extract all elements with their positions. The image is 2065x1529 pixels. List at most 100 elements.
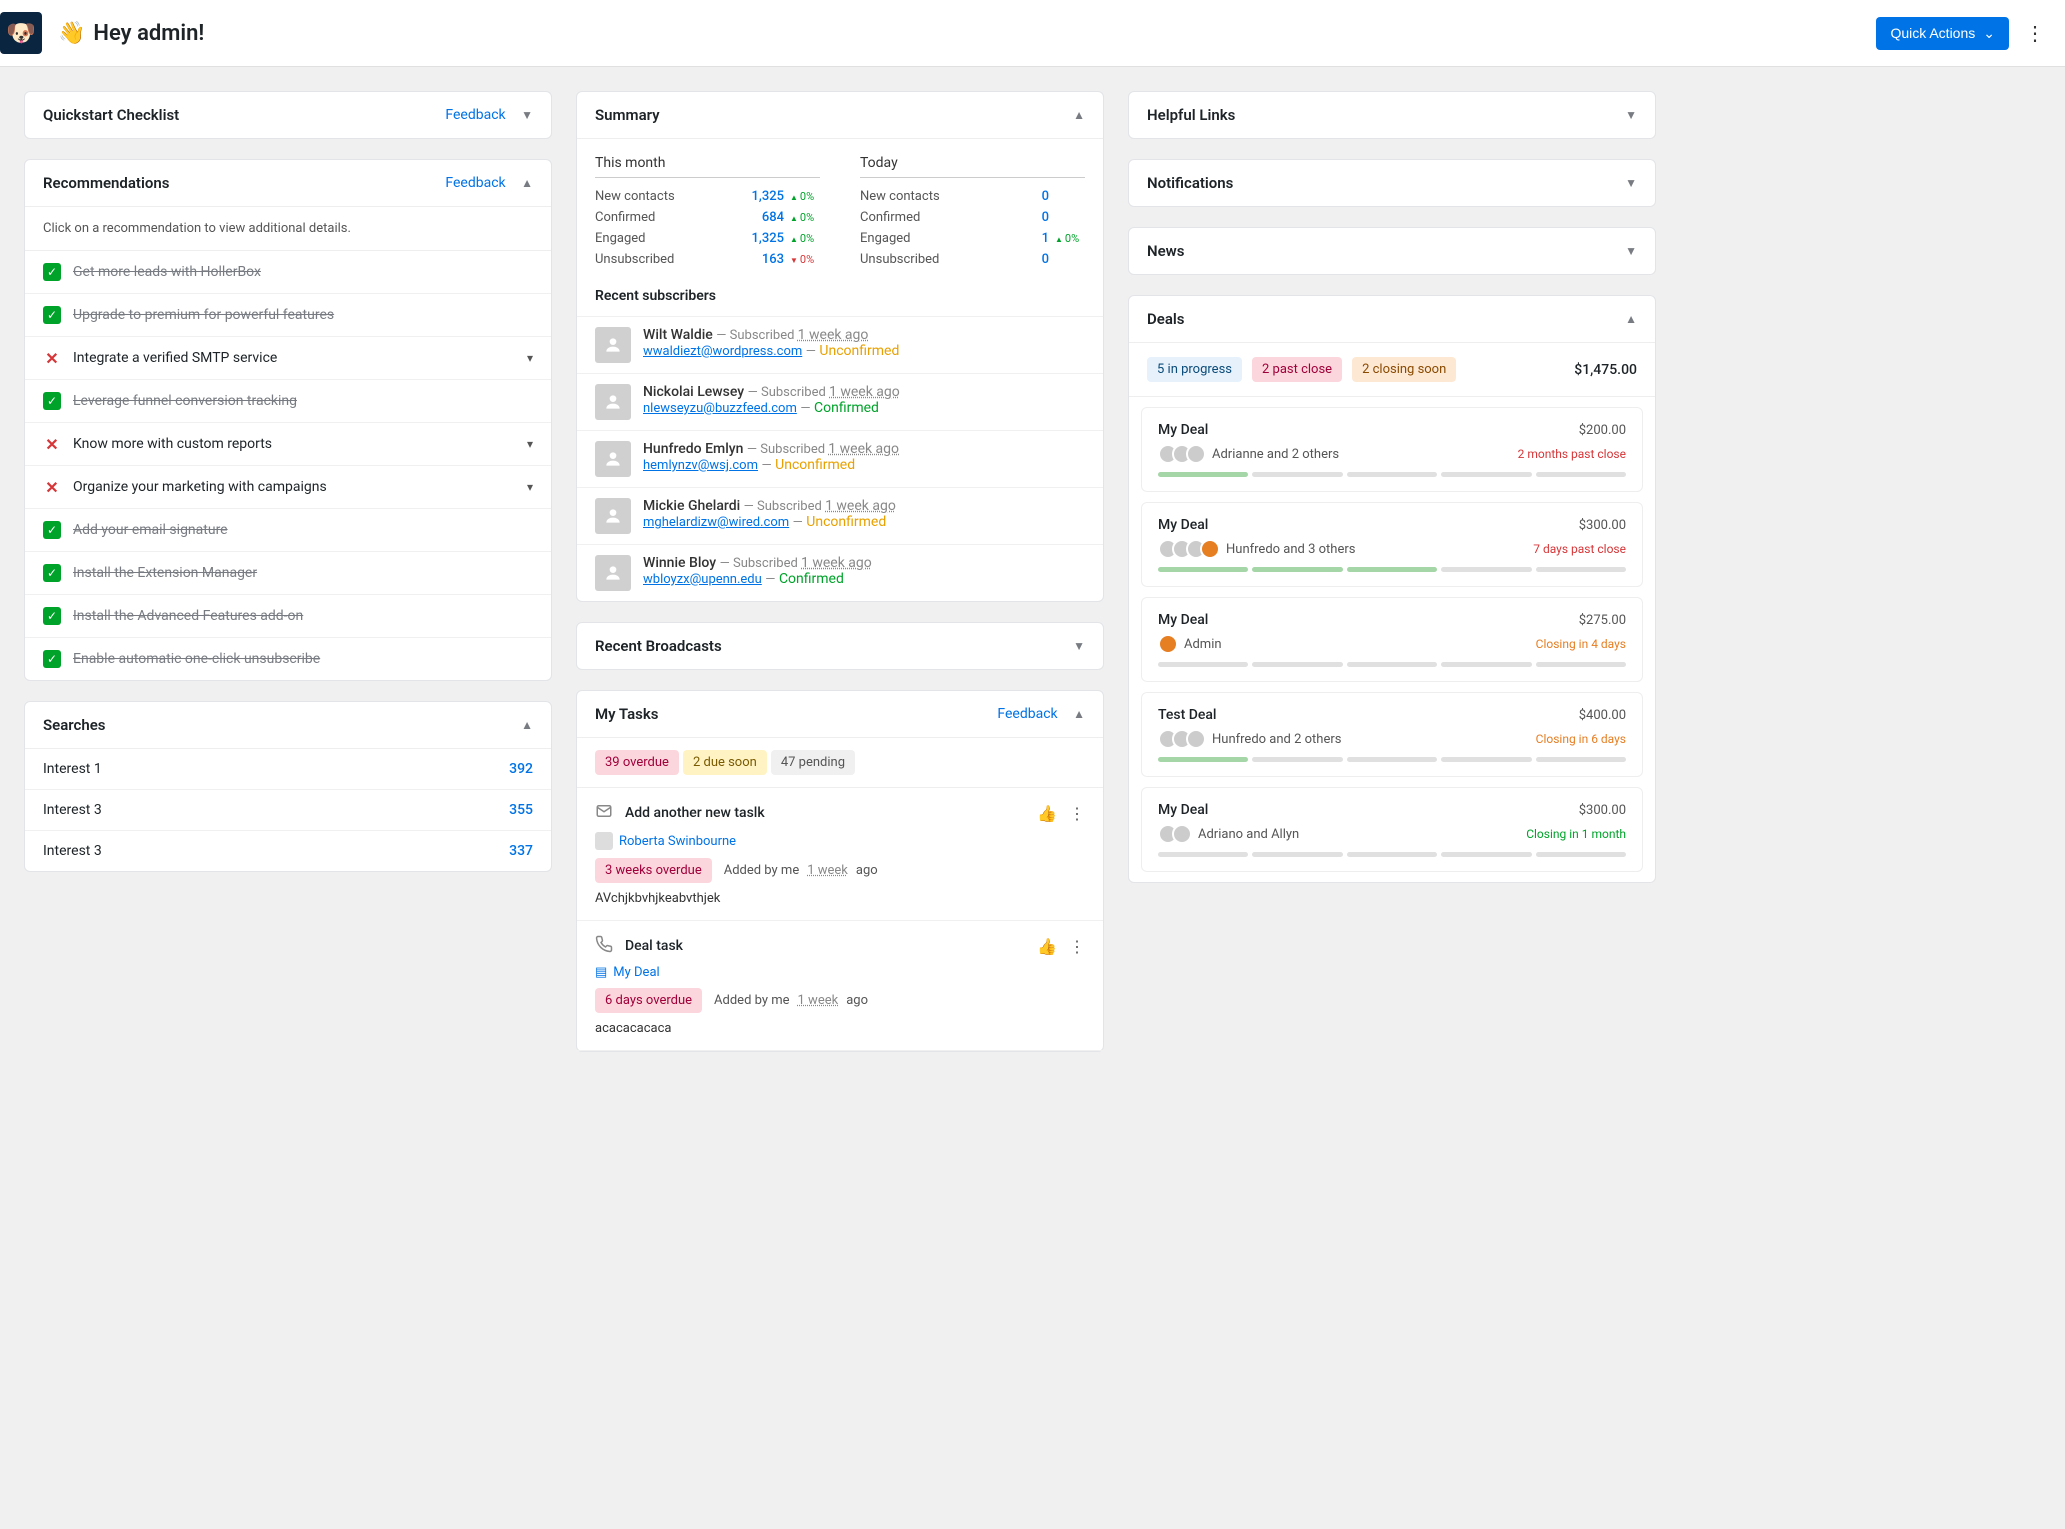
progress-segment: [1252, 852, 1342, 857]
subscriber-email[interactable]: nlewseyzu@buzzfeed.com: [643, 401, 797, 416]
subscriber-item[interactable]: Hunfredo Emlyn — Subscribed 1 week agohe…: [577, 430, 1103, 487]
subscriber-name: Hunfredo Emlyn: [643, 441, 743, 457]
tasks-card: My Tasks Feedback ▲ 39 overdue 2 due soo…: [576, 690, 1104, 1052]
deal-avatars: [1158, 539, 1220, 559]
deal-status: 7 days past close: [1533, 542, 1626, 556]
overdue-badge: 3 weeks overdue: [595, 858, 712, 883]
deal-amount: $300.00: [1579, 803, 1626, 818]
deal-item[interactable]: My Deal$300.00Adriano and AllynClosing i…: [1141, 787, 1643, 872]
tasks-overdue-badge[interactable]: 39 overdue: [595, 750, 679, 775]
collapse-icon[interactable]: ▼: [1625, 176, 1637, 190]
avatar: [595, 327, 631, 363]
kebab-menu-icon[interactable]: ⋮: [1069, 937, 1085, 956]
recommendation-item[interactable]: ✓Install the Advanced Features add-on: [25, 595, 551, 638]
subscriber-item[interactable]: Winnie Bloy — Subscribed 1 week agowbloy…: [577, 544, 1103, 601]
task-link[interactable]: My Deal: [613, 965, 659, 980]
summary-value: 0: [1013, 252, 1049, 267]
progress-segment: [1441, 662, 1531, 667]
overdue-badge: 6 days overdue: [595, 988, 702, 1013]
search-row[interactable]: Interest 3355: [25, 790, 551, 831]
app-logo[interactable]: 🐶: [0, 12, 42, 54]
deals-title: Deals: [1147, 310, 1185, 328]
delta: 0%: [790, 253, 820, 266]
collapse-icon[interactable]: ▼: [1625, 244, 1637, 258]
collapse-icon[interactable]: ▼: [521, 108, 533, 122]
deal-amount: $200.00: [1579, 423, 1626, 438]
collapse-icon[interactable]: ▲: [1625, 312, 1637, 326]
summary-label: Confirmed: [595, 210, 748, 225]
recommendation-item[interactable]: ✓Leverage funnel conversion tracking: [25, 380, 551, 423]
chevron-down-icon: ⌄: [1983, 25, 1995, 42]
check-icon: ✓: [43, 392, 61, 410]
deals-pastclose-badge[interactable]: 2 past close: [1252, 357, 1342, 382]
deals-inprogress-badge[interactable]: 5 in progress: [1147, 357, 1242, 382]
deal-contacts: Hunfredo and 3 others: [1226, 542, 1355, 557]
subscriber-email[interactable]: wbloyzx@upenn.edu: [643, 572, 762, 587]
tasks-duesoon-badge[interactable]: 2 due soon: [683, 750, 767, 775]
deal-avatars: [1158, 729, 1206, 749]
subscriber-item[interactable]: Nickolai Lewsey — Subscribed 1 week agon…: [577, 373, 1103, 430]
subscriber-email[interactable]: wwaldiezt@wordpress.com: [643, 344, 802, 359]
recommendation-item[interactable]: ✕Integrate a verified SMTP service▾: [25, 337, 551, 380]
collapse-icon[interactable]: ▼: [1073, 639, 1085, 653]
summary-title: Summary: [595, 106, 660, 124]
avatar: [1200, 539, 1220, 559]
search-row[interactable]: Interest 1392: [25, 749, 551, 790]
kebab-menu-icon[interactable]: ⋮: [1069, 804, 1085, 823]
deal-item[interactable]: My Deal$275.00AdminClosing in 4 days: [1141, 597, 1643, 682]
summary-label: Engaged: [860, 231, 1013, 246]
summary-value: 0: [1013, 189, 1049, 204]
collapse-icon[interactable]: ▲: [1073, 108, 1085, 122]
recommendation-label: Integrate a verified SMTP service: [73, 350, 277, 366]
thumb-up-icon[interactable]: 👍: [1037, 804, 1057, 823]
recommendation-label: Get more leads with HollerBox: [73, 264, 261, 280]
recommendation-item[interactable]: ✕Organize your marketing with campaigns▾: [25, 466, 551, 509]
check-icon: ✓: [43, 521, 61, 539]
thumb-up-icon[interactable]: 👍: [1037, 937, 1057, 956]
recommendation-item[interactable]: ✓Upgrade to premium for powerful feature…: [25, 294, 551, 337]
kebab-menu-icon[interactable]: ⋮: [2025, 21, 2045, 45]
quick-actions-button[interactable]: Quick Actions ⌄: [1876, 17, 2009, 50]
avatar: [1186, 444, 1206, 464]
subscriber-name: Mickie Ghelardi: [643, 498, 740, 514]
subscriber-email[interactable]: mghelardizw@wired.com: [643, 515, 789, 530]
quickstart-feedback-link[interactable]: Feedback: [445, 107, 505, 123]
deals-closingsoon-badge[interactable]: 2 closing soon: [1352, 357, 1456, 382]
deal-contacts: Adriano and Allyn: [1198, 827, 1299, 842]
search-row[interactable]: Interest 3337: [25, 831, 551, 871]
subscriber-status: Unconfirmed: [806, 514, 886, 530]
recommendation-item[interactable]: ✓Install the Extension Manager: [25, 552, 551, 595]
summary-card: Summary ▲ This month New contacts1,3250%…: [576, 91, 1104, 602]
search-count: 392: [509, 761, 533, 777]
tasks-feedback-link[interactable]: Feedback: [997, 706, 1057, 722]
recommendations-feedback-link[interactable]: Feedback: [445, 175, 505, 191]
subscriber-item[interactable]: Mickie Ghelardi — Subscribed 1 week agom…: [577, 487, 1103, 544]
summary-label: New contacts: [860, 189, 1013, 204]
summary-row: Engaged1,3250%: [595, 228, 820, 249]
collapse-icon[interactable]: ▲: [1073, 707, 1085, 721]
notifications-card: Notifications ▼: [1128, 159, 1656, 207]
recommendation-item[interactable]: ✓Get more leads with HollerBox: [25, 251, 551, 294]
recommendation-item[interactable]: ✓Add your email signature: [25, 509, 551, 552]
task-link[interactable]: Roberta Swinbourne: [619, 834, 736, 849]
recommendation-item[interactable]: ✓Enable automatic one-click unsubscribe: [25, 638, 551, 680]
task-title[interactable]: Add another new taslk: [625, 805, 1025, 821]
deal-item[interactable]: Test Deal$400.00Hunfredo and 2 othersClo…: [1141, 692, 1643, 777]
recommendations-card: Recommendations Feedback ▲ Click on a re…: [24, 159, 552, 681]
collapse-icon[interactable]: ▼: [1625, 108, 1637, 122]
subscriber-email[interactable]: hemlynzv@wsj.com: [643, 458, 758, 473]
summary-row: Engaged10%: [860, 228, 1085, 249]
deal-item[interactable]: My Deal$200.00Adrianne and 2 others2 mon…: [1141, 407, 1643, 492]
task-title[interactable]: Deal task: [625, 938, 1025, 954]
tasks-pending-badge[interactable]: 47 pending: [771, 750, 855, 775]
deal-item[interactable]: My Deal$300.00Hunfredo and 3 others7 day…: [1141, 502, 1643, 587]
summary-value: 1,325: [748, 189, 784, 204]
collapse-icon[interactable]: ▲: [521, 718, 533, 732]
progress-segment: [1252, 757, 1342, 762]
recommendation-item[interactable]: ✕Know more with custom reports▾: [25, 423, 551, 466]
collapse-icon[interactable]: ▲: [521, 176, 533, 190]
subscriber-item[interactable]: Wilt Waldie — Subscribed 1 week agowwald…: [577, 316, 1103, 373]
summary-row: Confirmed0: [860, 207, 1085, 228]
summary-today: Today New contacts0Confirmed0Engaged10%U…: [860, 155, 1085, 270]
deal-avatars: [1158, 444, 1206, 464]
